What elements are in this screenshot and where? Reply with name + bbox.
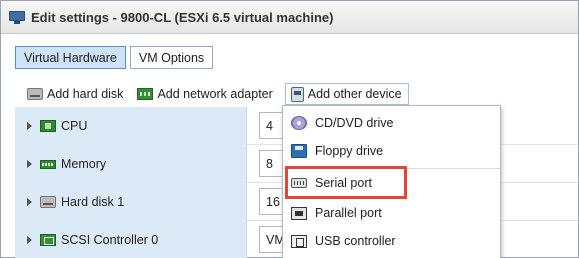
add-hard-disk-button[interactable]: Add hard disk <box>27 83 123 105</box>
usb-controller-icon <box>291 234 307 248</box>
menu-item-label: USB controller <box>315 234 396 248</box>
add-other-device-menu: CD/DVD drive Floppy drive Serial port Pa… <box>282 105 501 258</box>
dialog-title: Edit settings - 9800-CL (ESXi 6.5 virtua… <box>31 9 334 25</box>
settings-tabs: Virtual Hardware VM Options <box>15 46 214 69</box>
hard-disk-icon <box>27 88 43 100</box>
tab-vm-options[interactable]: VM Options <box>129 46 214 69</box>
row-label: Memory <box>61 157 107 171</box>
row-label: Hard disk 1 <box>61 195 125 209</box>
memory-icon <box>40 159 56 169</box>
add-network-adapter-button[interactable]: Add network adapter <box>137 83 273 105</box>
add-hard-disk-label: Add hard disk <box>47 87 124 101</box>
edit-settings-dialog: Edit settings - 9800-CL (ESXi 6.5 virtua… <box>0 0 579 258</box>
row-label: SCSI Controller 0 <box>61 233 159 247</box>
expand-arrow-icon[interactable] <box>27 122 32 130</box>
hard-disk-icon <box>40 196 56 208</box>
add-network-adapter-label: Add network adapter <box>157 87 273 101</box>
expand-arrow-icon[interactable] <box>27 236 32 244</box>
network-adapter-icon <box>137 88 154 100</box>
row-label-cell: CPU <box>15 107 247 145</box>
menu-item-label: Floppy drive <box>315 144 384 158</box>
cpu-icon <box>40 120 56 132</box>
hardware-toolbar: Add hard disk Add network adapter Add ot… <box>27 81 423 107</box>
cd-dvd-icon <box>291 116 307 130</box>
vm-icon <box>9 10 25 24</box>
menu-item-floppy-drive[interactable]: Floppy drive <box>283 137 500 165</box>
menu-item-label: Parallel port <box>315 206 382 220</box>
add-other-device-label: Add other device <box>307 87 402 101</box>
dialog-titlebar: Edit settings - 9800-CL (ESXi 6.5 virtua… <box>1 1 578 34</box>
menu-item-cd-dvd-drive[interactable]: CD/DVD drive <box>283 109 500 137</box>
add-other-device-button[interactable]: Add other device <box>284 83 409 105</box>
device-icon <box>290 86 304 102</box>
row-label-cell: Hard disk 1 <box>15 183 247 221</box>
scsi-controller-icon <box>40 234 56 246</box>
menu-item-usb-controller[interactable]: USB controller <box>283 227 500 255</box>
expand-arrow-icon[interactable] <box>27 160 32 168</box>
row-label-cell: Memory <box>15 145 247 183</box>
row-label: CPU <box>61 119 88 133</box>
menu-item-parallel-port[interactable]: Parallel port <box>283 199 500 227</box>
floppy-icon <box>291 144 307 158</box>
tab-virtual-hardware[interactable]: Virtual Hardware <box>15 46 126 69</box>
parallel-port-icon <box>291 206 307 220</box>
serial-port-highlight-box <box>285 166 407 199</box>
expand-arrow-icon[interactable] <box>27 198 32 206</box>
row-label-cell: SCSI Controller 0 <box>15 221 247 258</box>
menu-item-label: CD/DVD drive <box>315 116 394 130</box>
